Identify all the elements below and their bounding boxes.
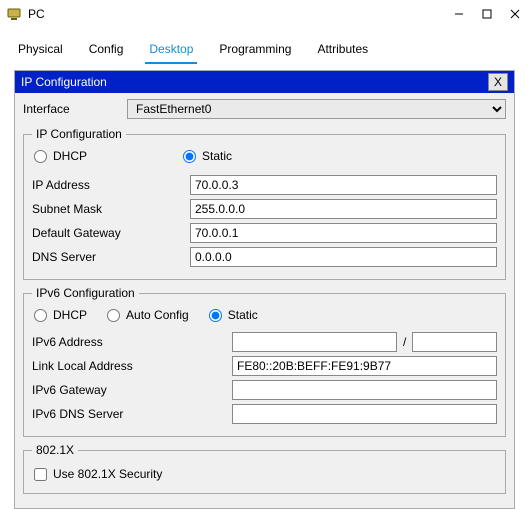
dns-server-label: DNS Server [32, 250, 190, 264]
ipv6-dhcp-label: DHCP [53, 308, 87, 322]
ip-config-panel: IP Configuration X Interface FastEtherne… [14, 70, 515, 509]
link-local-input[interactable] [232, 356, 497, 376]
ipv4-dhcp-label: DHCP [53, 149, 87, 163]
ipv6-mode-row: DHCP Auto Config Static [32, 306, 497, 330]
link-local-label: Link Local Address [32, 359, 232, 373]
ipv6-gateway-input[interactable] [232, 380, 497, 400]
panel-close-button[interactable]: X [488, 73, 508, 91]
ipv6-auto-option[interactable]: Auto Config [107, 308, 189, 322]
ipv6-legend: IPv6 Configuration [32, 286, 139, 300]
interface-select[interactable]: FastEthernet0 [127, 99, 506, 119]
default-gateway-label: Default Gateway [32, 226, 190, 240]
subnet-mask-input[interactable] [190, 199, 497, 219]
tab-attributes[interactable]: Attributes [313, 38, 372, 64]
window-title: PC [28, 7, 445, 21]
ipv4-dhcp-radio[interactable] [34, 150, 47, 163]
ipv6-static-label: Static [228, 308, 258, 322]
dns-server-input[interactable] [190, 247, 497, 267]
ipv6-dhcp-radio[interactable] [34, 309, 47, 322]
dot1x-legend: 802.1X [32, 443, 78, 457]
tab-physical[interactable]: Physical [14, 38, 67, 64]
panel-titlebar: IP Configuration X [15, 71, 514, 93]
ipv6-auto-radio[interactable] [107, 309, 120, 322]
ipv6-dns-label: IPv6 DNS Server [32, 407, 232, 421]
default-gateway-input[interactable] [190, 223, 497, 243]
ipv6-prefix-input[interactable] [412, 332, 497, 352]
ipv6-static-radio[interactable] [209, 309, 222, 322]
ip-address-label: IP Address [32, 178, 190, 192]
ipv6-dns-input[interactable] [232, 404, 497, 424]
ipv6-address-label: IPv6 Address [32, 335, 232, 349]
interface-label: Interface [23, 102, 119, 116]
ipv6-prefix-slash: / [397, 335, 412, 349]
tab-config[interactable]: Config [85, 38, 128, 64]
close-window-button[interactable] [501, 2, 529, 26]
ipv6-dhcp-option[interactable]: DHCP [34, 308, 87, 322]
ipv4-mode-row: DHCP Static [32, 147, 497, 171]
ipv4-dhcp-option[interactable]: DHCP [34, 149, 87, 163]
window-titlebar: PC [0, 0, 529, 28]
ipv6-gateway-label: IPv6 Gateway [32, 383, 232, 397]
app-icon [6, 6, 22, 22]
ipv6-auto-label: Auto Config [126, 308, 189, 322]
ipv4-fieldset: IP Configuration DHCP Static IP Address … [23, 127, 506, 280]
tab-bar: Physical Config Desktop Programming Attr… [0, 28, 529, 64]
tab-desktop[interactable]: Desktop [145, 38, 197, 64]
ipv4-legend: IP Configuration [32, 127, 126, 141]
panel-title: IP Configuration [21, 75, 488, 89]
ipv4-static-option[interactable]: Static [183, 149, 232, 163]
ipv6-address-input[interactable] [232, 332, 397, 352]
interface-row: Interface FastEthernet0 [15, 93, 514, 123]
ipv6-fieldset: IPv6 Configuration DHCP Auto Config Stat… [23, 286, 506, 437]
use-8021x-label: Use 802.1X Security [53, 467, 162, 481]
use-8021x-checkbox[interactable] [34, 468, 47, 481]
ipv4-static-label: Static [202, 149, 232, 163]
tab-programming[interactable]: Programming [215, 38, 295, 64]
maximize-button[interactable] [473, 2, 501, 26]
ipv6-static-option[interactable]: Static [209, 308, 258, 322]
ip-address-input[interactable] [190, 175, 497, 195]
ipv4-static-radio[interactable] [183, 150, 196, 163]
minimize-button[interactable] [445, 2, 473, 26]
dot1x-fieldset: 802.1X Use 802.1X Security [23, 443, 506, 494]
subnet-mask-label: Subnet Mask [32, 202, 190, 216]
